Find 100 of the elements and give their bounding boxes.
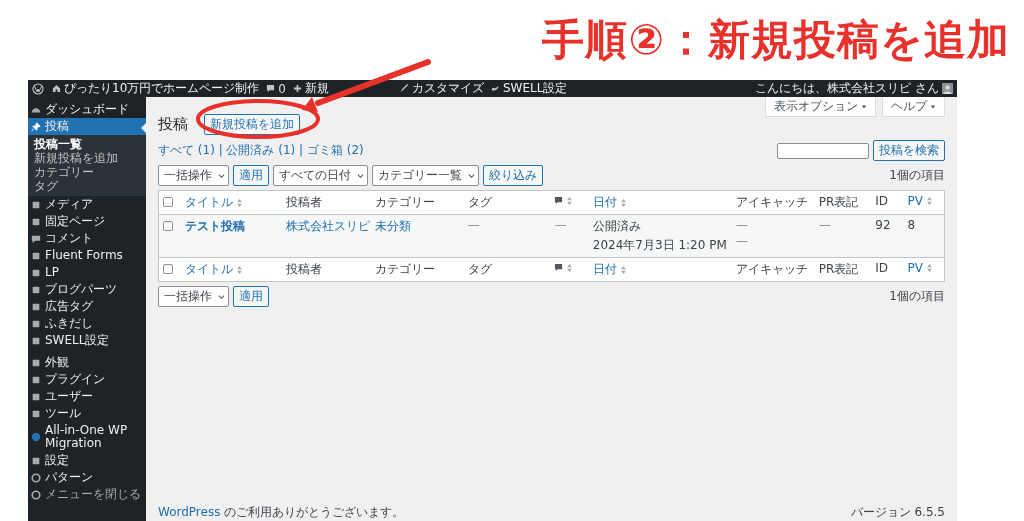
column-header: PR表記: [818, 194, 859, 211]
screen-tab[interactable]: 表示オプション: [765, 97, 876, 117]
item-count: 1個の項目: [889, 288, 945, 305]
row-checkbox[interactable]: [163, 220, 173, 231]
bird-icon: [490, 84, 500, 93]
menu-icon: [31, 335, 41, 346]
sort-icon[interactable]: [620, 265, 626, 274]
wordpress-link[interactable]: WordPress: [158, 505, 221, 519]
comment-icon: [554, 196, 564, 205]
post-status: 公開済み: [592, 218, 642, 235]
bulk-action-select[interactable]: 一括操作: [158, 286, 229, 307]
table-cell: 8: [907, 218, 916, 232]
menu-icon: [31, 318, 41, 329]
site-name-link[interactable]: ぴったり10万円でホームページ制作: [52, 80, 260, 97]
column-header: タグ: [467, 194, 492, 211]
select-all-checkbox[interactable]: [163, 263, 173, 274]
avatar-icon[interactable]: [942, 83, 953, 94]
page-title: 投稿: [158, 115, 188, 134]
admin-bar-link[interactable]: カスタマイズ: [399, 80, 484, 97]
post-status-filter-links[interactable]: すべて (1) | 公開済み (1) | ゴミ箱 (2): [158, 142, 364, 159]
sidebar-item[interactable]: メディア: [28, 196, 146, 213]
apply-button[interactable]: 適用: [233, 286, 269, 307]
post-title-link[interactable]: テスト投稿: [185, 219, 246, 233]
column-header: ID: [875, 194, 889, 208]
submenu-item[interactable]: 新規投稿を追加: [28, 151, 146, 165]
sidebar-item[interactable]: ブログパーツ: [28, 281, 146, 298]
column-header: カテゴリー: [374, 261, 435, 278]
apply-button[interactable]: 適用: [233, 165, 269, 186]
menu-icon: [31, 216, 41, 227]
brush-icon: [399, 84, 409, 93]
sidebar-item[interactable]: ユーザー: [28, 388, 146, 405]
menu-icon: [31, 250, 41, 261]
sidebar-item[interactable]: SWELL設定: [28, 332, 146, 349]
sidebar-item[interactable]: Fluent Forms: [28, 247, 146, 264]
column-header-link[interactable]: タイトル: [185, 261, 234, 278]
column-header: アイキャッチ: [736, 194, 809, 211]
date-filter-select[interactable]: すべての日付: [273, 165, 368, 186]
column-header-link[interactable]: タイトル: [185, 194, 234, 211]
sidebar-item[interactable]: パターン: [28, 469, 146, 486]
sidebar-item[interactable]: プラグイン: [28, 371, 146, 388]
plus-icon: [292, 84, 302, 93]
search-posts-button[interactable]: 投稿を検索: [873, 140, 945, 161]
sidebar-item[interactable]: ダッシュボード: [28, 101, 146, 118]
author-link[interactable]: 株式会社スリピ: [286, 219, 371, 233]
column-header: 投稿者: [286, 194, 323, 211]
sidebar-item[interactable]: コメント: [28, 230, 146, 247]
column-header: ID: [875, 261, 889, 275]
menu-icon: [31, 489, 41, 500]
admin-bar-link[interactable]: SWELL設定: [490, 80, 568, 97]
filter-button[interactable]: 絞り込み: [483, 165, 543, 186]
sidebar-item[interactable]: ふきだし: [28, 315, 146, 332]
sidebar-item[interactable]: ツール: [28, 405, 146, 422]
new-link[interactable]: 新規: [292, 80, 329, 97]
sidebar-item[interactable]: 広告タグ: [28, 298, 146, 315]
comments-link[interactable]: 0: [266, 81, 286, 96]
chevron-icon: [357, 172, 364, 179]
sort-icon[interactable]: [237, 198, 243, 207]
caret-icon: [930, 103, 936, 110]
menu-icon: [31, 408, 41, 419]
select-all-checkbox[interactable]: [163, 196, 173, 207]
submenu-item[interactable]: 投稿一覧: [28, 137, 146, 151]
sidebar-item[interactable]: 外観: [28, 354, 146, 371]
menu-icon: [31, 455, 41, 466]
sidebar-item[interactable]: All-in-One WP Migration: [28, 422, 146, 452]
version-text: バージョン 6.5.5: [850, 504, 945, 521]
column-header-link[interactable]: PV: [907, 194, 923, 208]
submenu-item[interactable]: タグ: [28, 179, 146, 193]
bulk-action-select[interactable]: 一括操作: [158, 165, 229, 186]
sort-icon[interactable]: [567, 196, 573, 205]
sidebar-item[interactable]: LP: [28, 264, 146, 281]
category-filter-select[interactable]: カテゴリー一覧: [372, 165, 479, 186]
column-header-link[interactable]: 日付: [592, 261, 617, 278]
footer-thanks-text: WordPress のご利用ありがとうございます。: [158, 504, 405, 521]
sort-icon[interactable]: [620, 198, 626, 207]
sort-icon[interactable]: [927, 197, 932, 205]
annotation-heading: 手順②：新規投稿を追加: [542, 14, 1010, 66]
menu-icon: [31, 233, 41, 244]
sidebar-item[interactable]: 固定ページ: [28, 213, 146, 230]
sidebar-item[interactable]: 投稿: [28, 118, 146, 135]
column-header: アイキャッチ: [736, 261, 809, 278]
column-header-link[interactable]: PV: [907, 261, 923, 275]
wordpress-logo-icon[interactable]: [32, 82, 44, 95]
menu-icon: [31, 301, 41, 312]
submenu-item[interactable]: カテゴリー: [28, 165, 146, 179]
screen-tab[interactable]: ヘルプ: [882, 97, 945, 117]
sidebar-item[interactable]: メニューを閉じる: [28, 486, 146, 503]
column-header-link[interactable]: 日付: [592, 194, 617, 211]
item-count: 1個の項目: [889, 167, 945, 184]
sort-icon[interactable]: [927, 264, 932, 272]
sort-icon[interactable]: [237, 265, 243, 274]
home-icon: [52, 84, 61, 93]
category-link[interactable]: 未分類: [374, 219, 411, 233]
sidebar-item[interactable]: 設定: [28, 452, 146, 469]
table-cell: 92: [875, 218, 891, 232]
menu-icon: [31, 374, 41, 385]
sort-icon[interactable]: [567, 263, 573, 272]
search-field[interactable]: [777, 142, 869, 159]
menu-icon: [31, 267, 41, 278]
table-cell: —: [818, 218, 831, 232]
greeting-link[interactable]: こんにちは、株式会社スリピ さん: [755, 80, 939, 97]
